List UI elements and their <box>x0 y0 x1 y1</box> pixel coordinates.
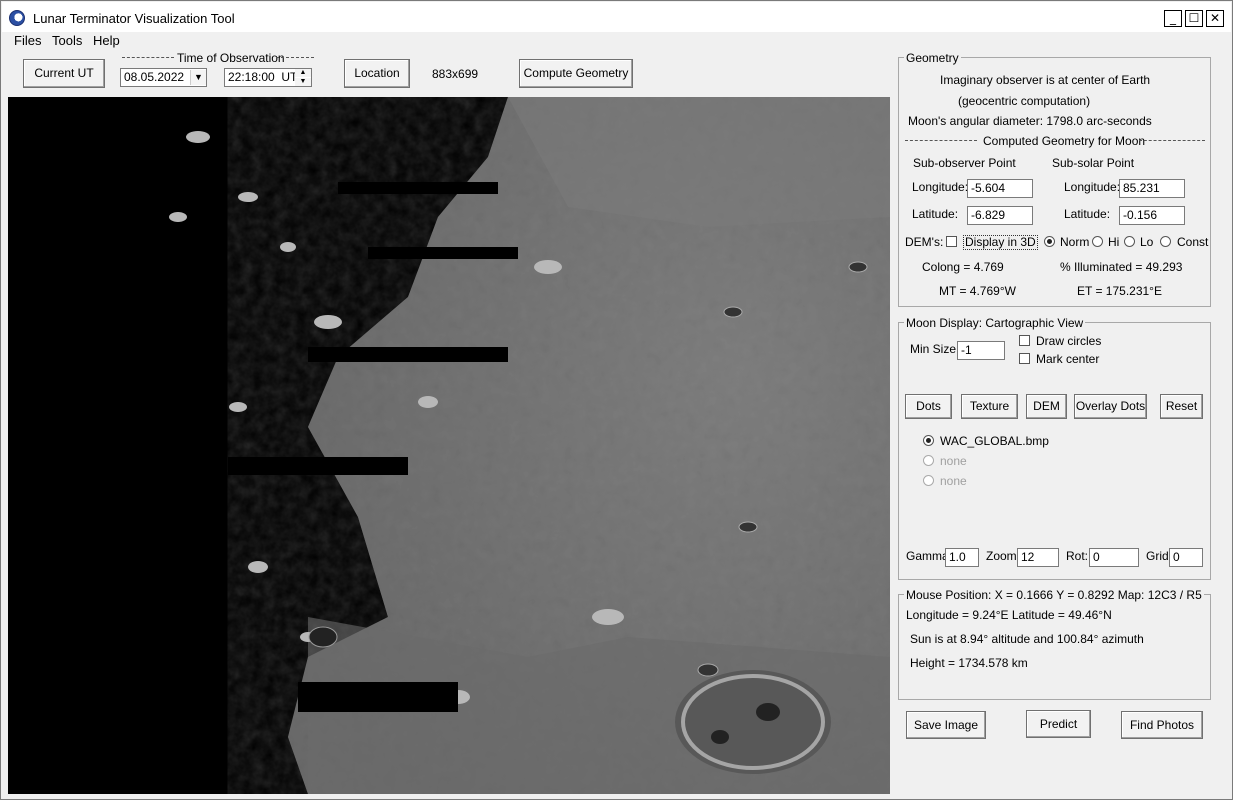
dems-label: DEM's: <box>905 235 944 249</box>
min-size-field[interactable]: -1 <box>957 341 1005 360</box>
gamma-field[interactable]: 1.0 <box>945 548 979 567</box>
minimize-icon[interactable]: _ <box>1164 10 1182 27</box>
menu-help[interactable]: Help <box>93 33 120 48</box>
colong-value: Colong = 4.769 <box>922 260 1004 274</box>
dem-lo-radio[interactable] <box>1124 236 1135 247</box>
height-value: Height = 1734.578 km <box>910 656 1028 670</box>
sub-solar-latitude-field[interactable]: -0.156 <box>1119 206 1185 225</box>
sub-solar-longitude-label: Longitude: <box>1064 180 1121 194</box>
geometry-group-label: Geometry <box>904 51 961 65</box>
texture3-label: none <box>940 474 967 488</box>
date-value: 08.05.2022 <box>124 70 185 84</box>
texture2-radio[interactable] <box>923 455 934 466</box>
time-group-label: Time of Observation <box>177 51 285 65</box>
mt-value: MT = 4.769°W <box>939 284 1016 298</box>
computed-geometry-label: Computed Geometry for Moon <box>983 134 1146 148</box>
sub-observer-label: Sub-observer Point <box>913 156 1016 170</box>
sub-observer-longitude-label: Longitude: <box>912 180 969 194</box>
dem-const-label: Const <box>1177 235 1209 249</box>
spin-up-icon[interactable]: ▲ <box>295 69 311 77</box>
moon-image-view[interactable] <box>8 97 890 794</box>
observer-line1: Imaginary observer is at center of Earth <box>940 73 1151 87</box>
display-3d-checkbox[interactable] <box>946 236 957 247</box>
sub-solar-longitude-field[interactable]: 85.231 <box>1119 179 1185 198</box>
image-size-label: 883x699 <box>432 67 479 81</box>
title-bar: Lunar Terminator Visualization Tool _ ☐ … <box>2 2 1231 32</box>
dem-hi-label: Hi <box>1108 235 1120 249</box>
rot-field[interactable]: 0 <box>1089 548 1139 567</box>
et-value: ET = 175.231°E <box>1077 284 1162 298</box>
sub-solar-latitude-label: Latitude: <box>1064 207 1111 221</box>
time-value: 22:18:00 <box>228 70 275 84</box>
current-ut-button[interactable]: Current UT <box>23 59 105 88</box>
texture1-label: WAC_GLOBAL.bmp <box>940 434 1049 448</box>
zoom-field[interactable]: 12 <box>1017 548 1059 567</box>
close-icon[interactable]: ✕ <box>1206 10 1224 27</box>
moon-display-group-label: Moon Display: Cartographic View <box>904 316 1086 330</box>
rot-label: Rot: <box>1066 549 1089 563</box>
angular-diameter: Moon's angular diameter: 1798.0 arc-seco… <box>908 114 1152 128</box>
draw-circles-label: Draw circles <box>1036 334 1102 348</box>
illuminated-value: % Illuminated = 49.293 <box>1060 260 1183 274</box>
sub-observer-latitude-label: Latitude: <box>912 207 959 221</box>
texture2-label: none <box>940 454 967 468</box>
min-size-label: Min Size <box>910 342 957 356</box>
save-image-button[interactable]: Save Image <box>906 711 986 739</box>
display-3d-label[interactable]: Display in 3D <box>963 235 1038 250</box>
sun-position: Sun is at 8.94° altitude and 100.84° azi… <box>910 632 1144 646</box>
mark-center-checkbox[interactable] <box>1019 353 1030 364</box>
dem-norm-radio[interactable] <box>1044 236 1055 247</box>
chevron-down-icon[interactable]: ▼ <box>190 70 206 85</box>
texture-button[interactable]: Texture <box>961 394 1018 419</box>
menu-files[interactable]: Files <box>14 33 41 48</box>
sub-observer-latitude-field[interactable]: -6.829 <box>967 206 1033 225</box>
reset-button[interactable]: Reset <box>1160 394 1203 419</box>
compute-geometry-button[interactable]: Compute Geometry <box>519 59 633 88</box>
moon-app-icon <box>9 10 25 26</box>
find-photos-button[interactable]: Find Photos <box>1121 711 1203 739</box>
dem-hi-radio[interactable] <box>1092 236 1103 247</box>
texture1-radio[interactable] <box>923 435 934 446</box>
grid-field[interactable]: 0 <box>1169 548 1203 567</box>
dem-button[interactable]: DEM <box>1026 394 1067 419</box>
dem-norm-label: Norm <box>1060 235 1090 249</box>
menu-tools[interactable]: Tools <box>52 33 82 48</box>
dem-lo-label: Lo <box>1140 235 1154 249</box>
maximize-icon[interactable]: ☐ <box>1185 10 1203 27</box>
location-button[interactable]: Location <box>344 59 410 88</box>
mouse-position-label: Mouse Position: X = 0.1666 Y = 0.8292 Ma… <box>904 588 1204 602</box>
sub-observer-longitude-field[interactable]: -5.604 <box>967 179 1033 198</box>
spin-down-icon[interactable]: ▼ <box>295 78 311 86</box>
mouse-lonlat: Longitude = 9.24°E Latitude = 49.46°N <box>906 608 1112 622</box>
window-title: Lunar Terminator Visualization Tool <box>33 11 235 26</box>
dots-button[interactable]: Dots <box>905 394 952 419</box>
zoom-label: Zoom: <box>986 549 1021 563</box>
draw-circles-checkbox[interactable] <box>1019 335 1030 346</box>
mark-center-label: Mark center <box>1036 352 1100 366</box>
lunar-terminator-image <box>8 97 890 794</box>
texture3-radio[interactable] <box>923 475 934 486</box>
observer-line2: (geocentric computation) <box>958 94 1091 108</box>
menu-bar <box>2 32 1231 51</box>
app-window: Lunar Terminator Visualization Tool _ ☐ … <box>0 0 1233 800</box>
predict-button[interactable]: Predict <box>1026 710 1091 738</box>
dem-const-radio[interactable] <box>1160 236 1171 247</box>
sub-solar-label: Sub-solar Point <box>1052 156 1135 170</box>
overlay-dots-button[interactable]: Overlay Dots <box>1074 394 1147 419</box>
